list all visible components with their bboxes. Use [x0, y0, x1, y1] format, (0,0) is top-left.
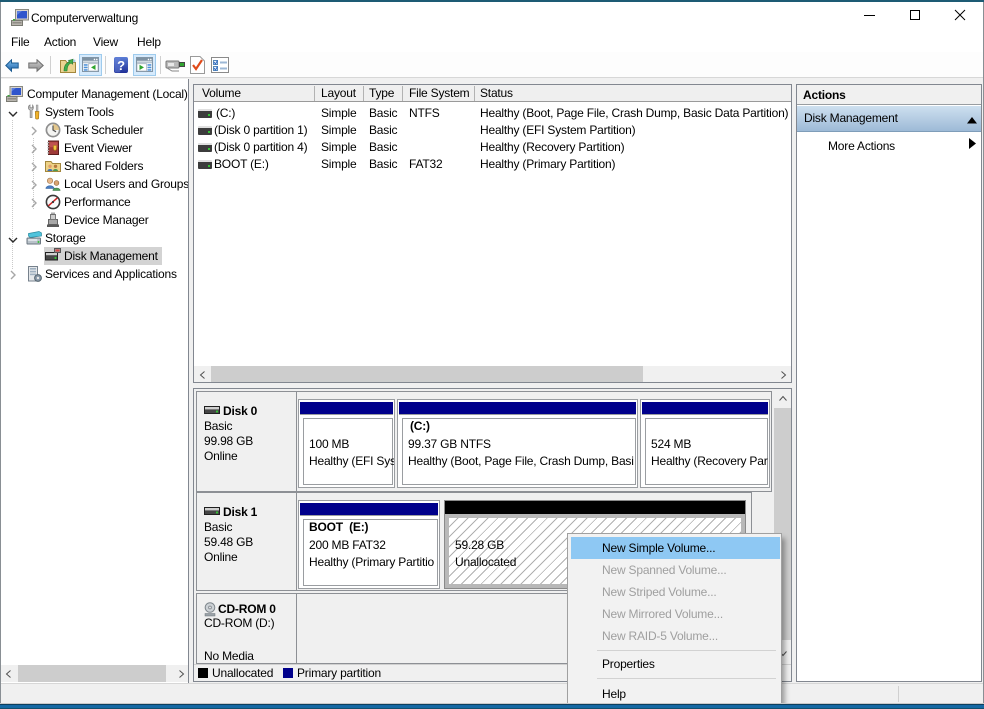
svg-text:?: ? [117, 58, 125, 73]
